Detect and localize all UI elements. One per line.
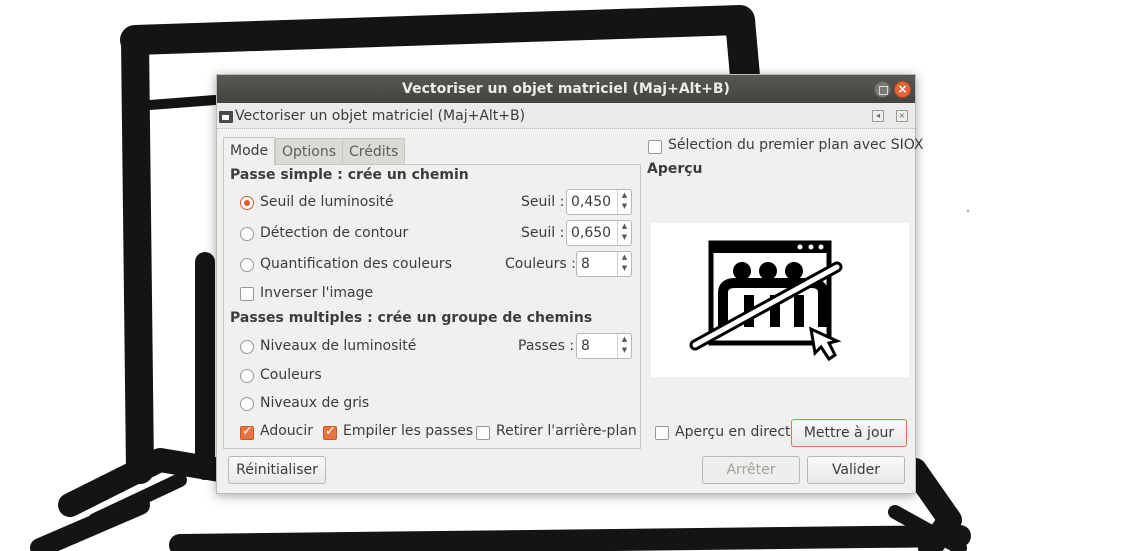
invert-image-checkbox[interactable] (240, 287, 254, 301)
tab-credits[interactable]: Crédits (342, 138, 406, 165)
edge-threshold-spinner[interactable]: 0,650 ▲ ▼ (566, 220, 632, 246)
color-quantization-label: Quantification des couleurs (260, 256, 452, 272)
live-preview-label: Aperçu en direct (675, 424, 791, 440)
trace-bitmap-icon (219, 111, 233, 123)
grays-radio[interactable] (240, 397, 254, 411)
smooth-label: Adoucir (260, 423, 313, 439)
window-title: Vectoriser un objet matriciel (Maj+Alt+B… (402, 81, 730, 97)
brightness-steps-label: Niveaux de luminosité (260, 338, 417, 354)
brightness-threshold-value: 0,450 (571, 194, 612, 210)
trace-preview-image (651, 223, 909, 377)
brightness-cutoff-radio[interactable] (240, 196, 254, 210)
dock-title: Vectoriser un objet matriciel (Maj+Alt+B… (235, 108, 526, 124)
spinner-arrows-icon[interactable]: ▲ ▼ (617, 252, 631, 276)
brightness-cutoff-label: Seuil de luminosité (260, 194, 394, 210)
grays-label: Niveaux de gris (260, 395, 370, 411)
spinner-arrows-icon[interactable]: ▲ ▼ (617, 190, 631, 214)
invert-image-label: Inverser l'image (260, 285, 374, 301)
remove-background-checkbox[interactable] (476, 426, 490, 440)
brightness-threshold-label: Seuil : (521, 194, 565, 210)
colors-count-spinner[interactable]: 8 ▲ ▼ (576, 251, 632, 277)
ok-button[interactable]: Valider (807, 456, 905, 484)
live-preview-checkbox[interactable] (655, 426, 669, 440)
spinner-arrows-icon[interactable]: ▲ ▼ (617, 334, 631, 358)
preview-drawing (689, 240, 843, 362)
scans-count-label: Passes : (518, 338, 575, 354)
restore-window-button[interactable] (874, 81, 891, 98)
tab-options[interactable]: Options (275, 138, 344, 165)
scans-count-spinner[interactable]: 8 ▲ ▼ (576, 333, 632, 359)
colors-count-value: 8 (581, 256, 590, 272)
stop-button[interactable]: Arrêter (702, 456, 800, 484)
dock-header: Vectoriser un objet matriciel (Maj+Alt+B… (217, 103, 915, 129)
remove-background-label: Retirer l'arrière-plan (496, 423, 637, 439)
stack-scans-checkbox[interactable] (323, 424, 337, 440)
edge-detection-label: Détection de contour (260, 225, 409, 241)
tab-mode[interactable]: Mode (223, 137, 276, 165)
scans-count-value: 8 (581, 338, 590, 354)
edge-threshold-label: Seuil : (521, 225, 565, 241)
single-scan-header: Passe simple : crée un chemin (230, 167, 469, 183)
update-preview-button[interactable]: Mettre à jour (791, 419, 907, 447)
brightness-steps-radio[interactable] (240, 340, 254, 354)
stack-scans-label: Empiler les passes (343, 423, 474, 439)
color-quantization-radio[interactable] (240, 258, 254, 272)
mode-panel: Passe simple : crée un chemin Seuil de l… (223, 164, 641, 449)
reset-button[interactable]: Réinitialiser (228, 456, 326, 484)
trace-bitmap-dialog: Vectoriser un objet matriciel (Maj+Alt+B… (216, 74, 924, 494)
siox-label: Sélection du premier plan avec SIOX (668, 137, 924, 153)
iconify-dock-button[interactable]: ◂ (872, 110, 884, 122)
multi-colors-label: Couleurs (260, 367, 322, 383)
brightness-threshold-spinner[interactable]: 0,450 ▲ ▼ (566, 189, 632, 215)
smooth-checkbox[interactable] (240, 424, 254, 440)
close-window-button[interactable]: × (894, 81, 911, 98)
spinner-arrows-icon[interactable]: ▲ ▼ (617, 221, 631, 245)
preview-header: Aperçu (647, 161, 703, 177)
multi-colors-radio[interactable] (240, 369, 254, 383)
siox-checkbox[interactable] (648, 140, 662, 154)
window-titlebar[interactable]: Vectoriser un objet matriciel (Maj+Alt+B… (217, 75, 915, 103)
edge-detection-radio[interactable] (240, 227, 254, 241)
close-dock-button[interactable]: × (896, 110, 908, 122)
colors-count-label: Couleurs : (505, 256, 576, 272)
edge-threshold-value: 0,650 (571, 225, 612, 241)
multi-scan-header: Passes multiples : crée un groupe de che… (230, 310, 593, 326)
